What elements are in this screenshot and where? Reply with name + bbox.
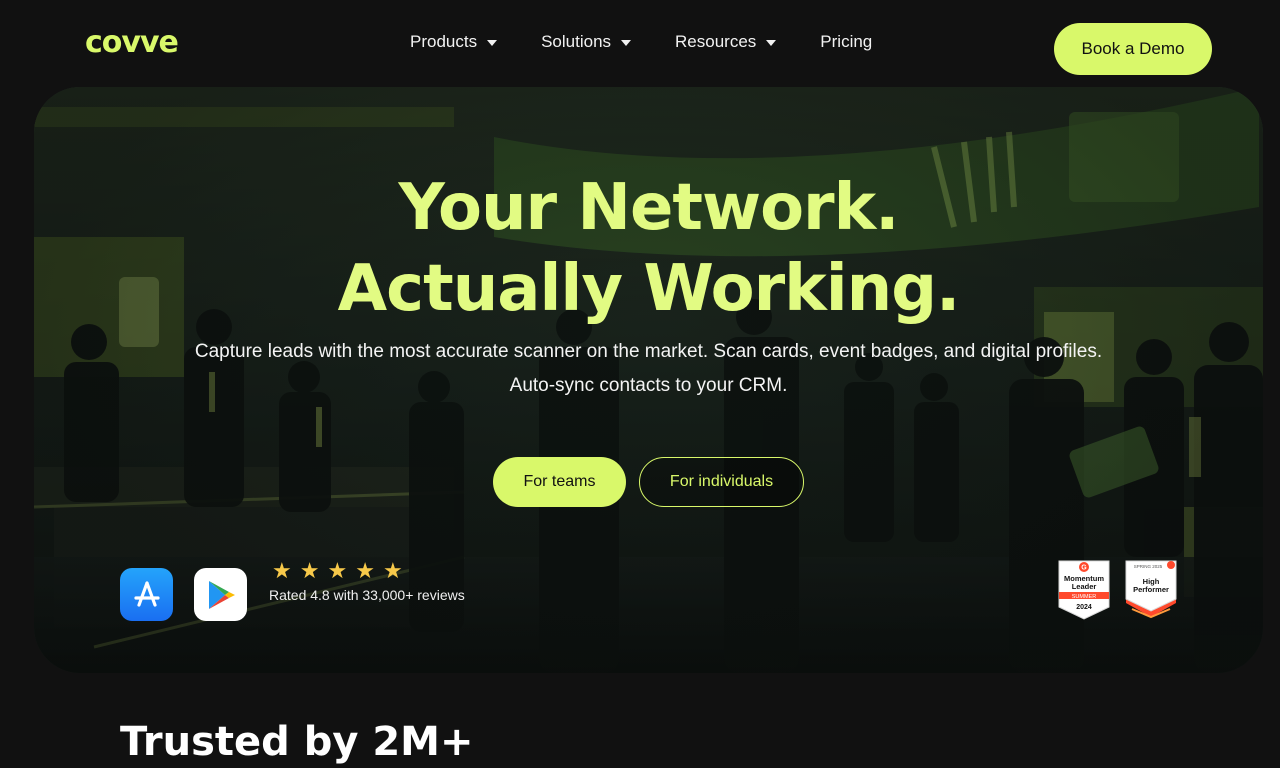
star-icon: ★ [327, 558, 348, 583]
star-icon: ★ [272, 558, 292, 583]
app-store-icon[interactable] [120, 568, 173, 621]
star-icon: ★ [355, 558, 375, 583]
chevron-down-icon [621, 40, 632, 46]
site-header: covve Products Solutions Resources Prici… [0, 0, 1280, 88]
covve-logo[interactable]: covve [85, 28, 179, 58]
chevron-down-icon [766, 40, 777, 46]
google-play-icon[interactable] [194, 568, 247, 621]
badge-text: Performer [1133, 585, 1169, 594]
page: covve Products Solutions Resources Prici… [0, 0, 1280, 768]
main-nav: Products Solutions Resources Pricing [410, 30, 916, 54]
trusted-heading: Trusted by 2M+ [120, 719, 474, 765]
star-icon: ★ [299, 558, 320, 583]
star-icon: ★ [382, 558, 403, 583]
nav-item-pricing[interactable]: Pricing [820, 30, 872, 54]
nav-item-products[interactable]: Products [410, 30, 498, 54]
nav-item-label: Solutions [541, 32, 612, 51]
nav-item-resources[interactable]: Resources [675, 30, 777, 54]
nav-item-solutions[interactable]: Solutions [541, 30, 632, 54]
book-demo-button[interactable]: Book a Demo [1054, 23, 1212, 75]
chevron-down-icon [487, 40, 498, 46]
badge-text: SPRING 2025 [1134, 564, 1163, 569]
badge-text: SUMMER [1072, 594, 1096, 600]
rating-stars: ★ ★ ★ ★ ★ [272, 559, 403, 583]
nav-item-label: Products [410, 32, 478, 51]
hero-subtext-line1: Capture leads with the most accurate sca… [194, 341, 1103, 362]
hero-section: Your Network. Actually Working. Capture … [34, 87, 1263, 673]
for-individuals-button[interactable]: For individuals [639, 457, 804, 507]
hero-subtext-line2: Auto-sync contacts to your CRM. [509, 375, 788, 396]
badge-text: 2024 [1076, 604, 1092, 611]
hero-headline-line2: Actually Working. [337, 252, 961, 326]
nav-item-label: Pricing [820, 32, 873, 51]
for-teams-button[interactable]: For teams [493, 457, 626, 507]
g2-momentum-leader-badge: G Momentum Leader SUMMER 2024 [1058, 560, 1110, 620]
nav-item-label: Resources [675, 32, 757, 51]
svg-text:G: G [1081, 565, 1087, 572]
badge-text: Leader [1072, 582, 1097, 591]
hero-headline-line1: Your Network. [398, 171, 900, 245]
g2-high-performer-badge: SPRING 2025 High Performer [1125, 560, 1177, 619]
rating-text: Rated 4.8 with 33,000+ reviews [269, 587, 465, 603]
